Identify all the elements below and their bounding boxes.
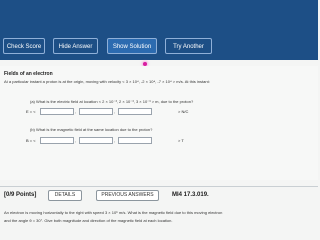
next-problem-statement-line-2: and the angle θ = 30°. Give both magnitu…	[4, 218, 173, 223]
section-divider	[0, 186, 318, 187]
check-score-button[interactable]: Check Score	[3, 38, 45, 54]
part-a-z-input[interactable]	[118, 108, 152, 115]
part-b-answer-row: B = < , , > T	[26, 137, 184, 144]
part-a-answer-row: E = < , , > N/C	[26, 108, 189, 115]
problem-intro: At a particular instant a proton is at t…	[4, 79, 210, 84]
hide-answer-button[interactable]: Hide Answer	[53, 38, 98, 54]
part-b-question: (b) What is the magnetic field at the sa…	[30, 127, 153, 132]
try-another-button[interactable]: Try Another	[165, 38, 212, 54]
part-a-x-input[interactable]	[40, 108, 74, 115]
previous-answers-button[interactable]: PREVIOUS ANSWERS	[96, 190, 159, 201]
part-b-unit: > T	[178, 138, 184, 143]
part-a-unit: > N/C	[178, 109, 189, 114]
next-problem-statement-line-1: An electron is moving horizontally to th…	[4, 210, 223, 215]
assignment-toolbar: Check Score Hide Answer Show Solution Tr…	[0, 0, 318, 60]
problem-title: Fields of an electron	[4, 71, 53, 77]
problem-id: MI4 17.3.019.	[172, 192, 209, 198]
part-a-prefix: E = <	[26, 109, 36, 114]
points-label: [0/9 Points]	[4, 192, 37, 198]
part-b-y-input[interactable]	[79, 137, 113, 144]
part-b-x-input[interactable]	[40, 137, 74, 144]
part-a-question: (a) What is the electric field at locati…	[30, 99, 194, 104]
show-solution-button[interactable]: Show Solution	[107, 38, 157, 54]
part-b-z-input[interactable]	[118, 137, 152, 144]
part-a-y-input[interactable]	[79, 108, 113, 115]
details-button[interactable]: DETAILS	[48, 190, 82, 201]
part-b-prefix: B = <	[26, 138, 36, 143]
